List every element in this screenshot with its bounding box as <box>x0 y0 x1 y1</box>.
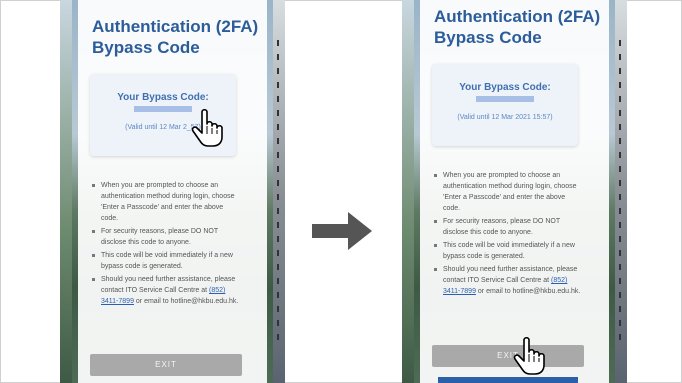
hand-pointer-icon <box>191 108 223 147</box>
list-item: This code will be void immediately if a … <box>90 250 242 272</box>
next-button[interactable] <box>438 377 578 383</box>
exit-button[interactable]: EXIT <box>90 354 242 376</box>
bypass-code-value[interactable] <box>476 96 534 102</box>
list-item: For security reasons, please DO NOT disc… <box>432 216 584 238</box>
bypass-code-card: Your Bypass Code: (Valid until 12 Mar 20… <box>432 64 578 146</box>
right-phone-screen: Authentication (2FA) Bypass Code Your By… <box>402 0 627 383</box>
page-title-line1: Authentication (2FA) <box>434 7 601 26</box>
arrow-right-icon <box>312 212 372 250</box>
bypass-code-label: Your Bypass Code: <box>117 92 209 103</box>
list-item: When you are prompted to choose an authe… <box>90 180 242 224</box>
page-title-line2: Bypass Code <box>92 38 200 57</box>
background-building-right <box>615 0 627 383</box>
list-item: This code will be void immediately if a … <box>432 240 584 262</box>
email-text: or email to hotline@hkbu.edu.hk. <box>133 298 239 305</box>
exit-button[interactable]: EXIT <box>432 345 584 367</box>
page-title: Authentication (2FA) Bypass Code <box>434 6 600 48</box>
left-phone-screen: Authentication (2FA) Bypass Code Your By… <box>60 0 285 383</box>
page-title-line1: Authentication (2FA) <box>92 17 259 36</box>
email-text: or email to hotline@hkbu.edu.hk. <box>475 288 581 295</box>
instructions-list: When you are prompted to choose an authe… <box>90 180 242 309</box>
list-item: When you are prompted to choose an authe… <box>432 170 584 214</box>
bypass-code-value[interactable] <box>134 106 192 112</box>
instructions-list: When you are prompted to choose an authe… <box>432 170 584 299</box>
list-item-assistance: Should you need further assistance, plea… <box>90 274 242 307</box>
page-title-line2: Bypass Code <box>434 28 542 47</box>
bypass-code-label: Your Bypass Code: <box>459 82 551 93</box>
background-landscape-left <box>60 0 72 383</box>
page-title: Authentication (2FA) Bypass Code <box>92 16 258 58</box>
list-item-assistance: Should you need further assistance, plea… <box>432 264 584 297</box>
hand-pointer-icon <box>513 336 545 375</box>
list-item: For security reasons, please DO NOT disc… <box>90 226 242 248</box>
background-building-right <box>273 0 285 383</box>
background-landscape-left <box>402 0 414 383</box>
valid-until-text: (Valid until 12 Mar 2021 15:57) <box>457 114 553 121</box>
